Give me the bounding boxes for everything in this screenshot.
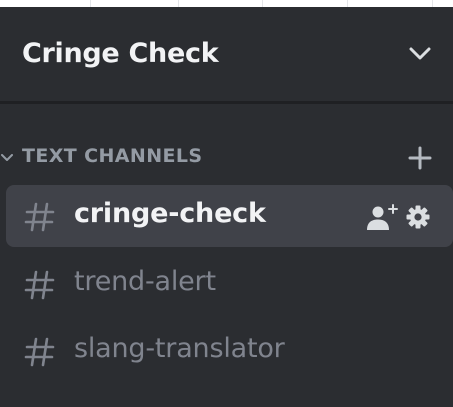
server-name: Cringe Check	[22, 37, 219, 69]
channel-item-cringe-check[interactable]: cringe-check	[6, 185, 453, 247]
server-header[interactable]: Cringe Check	[0, 7, 453, 101]
plus-icon[interactable]	[406, 144, 434, 172]
category-text-channels[interactable]: TEXT CHANNELS	[0, 140, 453, 176]
channel-name: trend-alert	[74, 266, 216, 297]
channel-name: cringe-check	[74, 198, 266, 229]
chevron-down-icon	[0, 148, 14, 168]
header-divider	[0, 101, 453, 104]
add-user-icon[interactable]	[364, 201, 400, 233]
channel-actions	[364, 201, 436, 233]
chevron-down-icon[interactable]	[407, 41, 433, 67]
hashtag-icon	[24, 269, 56, 301]
category-label: TEXT CHANNELS	[22, 145, 203, 167]
channel-item-trend-alert[interactable]: trend-alert	[6, 253, 453, 315]
hashtag-icon	[24, 201, 56, 233]
top-edge-strip	[0, 0, 453, 7]
channel-sidebar: Cringe Check TEXT CHANNELS cringe-check	[0, 0, 453, 407]
channel-name: slang-translator	[74, 333, 285, 364]
gear-icon[interactable]	[400, 201, 436, 233]
hashtag-icon	[24, 336, 56, 368]
channel-item-slang-translator[interactable]: slang-translator	[6, 320, 453, 382]
